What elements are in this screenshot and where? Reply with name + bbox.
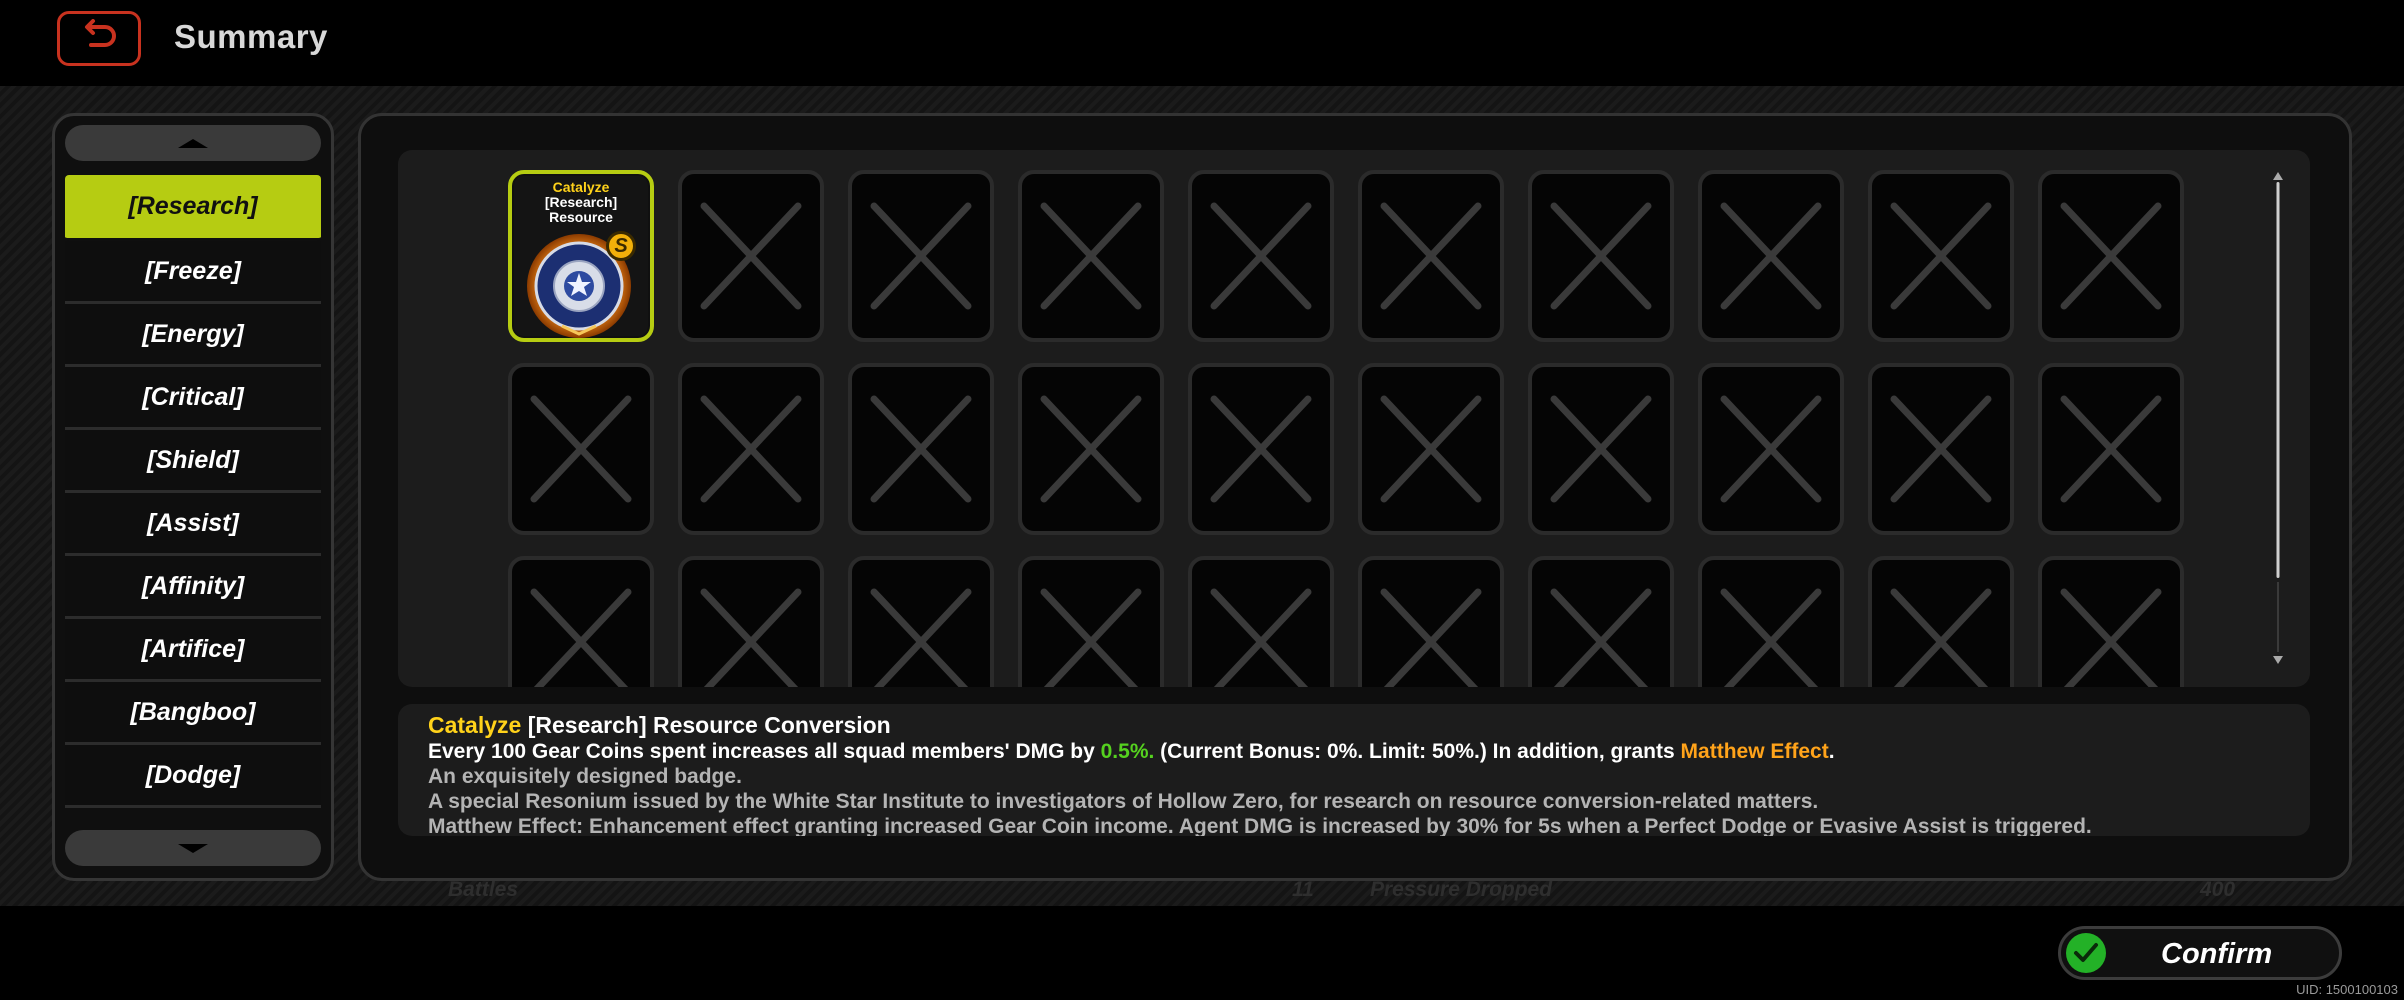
empty-slot[interactable] — [2038, 170, 2184, 342]
item-description: Catalyze [Research] Resource Conversion … — [398, 704, 2310, 836]
category-shield[interactable]: [Shield] — [65, 430, 321, 493]
empty-slot[interactable] — [678, 556, 824, 687]
empty-slot[interactable] — [508, 556, 654, 687]
empty-slot[interactable] — [1358, 170, 1504, 342]
category-affinity[interactable]: [Affinity] — [65, 556, 321, 619]
category-label: [Bangboo] — [130, 697, 256, 726]
description-title: Catalyze [Research] Resource Conversion — [428, 712, 2310, 739]
scroll-down-button[interactable] — [65, 830, 321, 866]
category-bangboo[interactable]: [Bangboo] — [65, 682, 321, 745]
empty-slot[interactable] — [1188, 363, 1334, 535]
empty-slot[interactable] — [508, 363, 654, 535]
category-label: [Artifice] — [141, 634, 245, 663]
empty-slot[interactable] — [1698, 556, 1844, 687]
grid-scrollbar[interactable] — [2271, 172, 2285, 664]
empty-slot[interactable] — [1188, 556, 1334, 687]
empty-slot[interactable] — [1528, 363, 1674, 535]
description-flavor-2: A special Resonium issued by the White S… — [428, 790, 1819, 813]
resonium-slot-catalyze[interactable]: Catalyze [Research] Resource S — [508, 170, 654, 342]
effect-value: 0.5%. — [1100, 740, 1155, 763]
ghost-stat-value-2: 400 — [2200, 878, 2236, 901]
empty-slot[interactable] — [1018, 363, 1164, 535]
category-artifice[interactable]: [Artifice] — [65, 619, 321, 682]
empty-slot[interactable] — [1188, 170, 1334, 342]
category-label: [Critical] — [142, 382, 244, 411]
category-sidebar: [Research] [Freeze] [Energy] [Critical] … — [52, 113, 334, 881]
category-label: [Assist] — [147, 508, 239, 537]
rank-s-badge: S — [606, 231, 636, 261]
effect-text-2: (Current Bonus: 0%. Limit: 50%.) In addi… — [1154, 740, 1681, 763]
empty-slot[interactable] — [1018, 556, 1164, 687]
empty-slot[interactable] — [1528, 556, 1674, 687]
empty-slot[interactable] — [1528, 170, 1674, 342]
resonium-grid: Catalyze [Research] Resource S — [398, 150, 2310, 687]
scroll-up-button[interactable] — [65, 125, 321, 161]
empty-slot[interactable] — [848, 556, 994, 687]
back-button[interactable] — [57, 11, 141, 66]
empty-slot[interactable] — [2038, 556, 2184, 687]
category-critical[interactable]: [Critical] — [65, 367, 321, 430]
category-label: [Research] — [128, 192, 258, 220]
empty-slot[interactable] — [1698, 170, 1844, 342]
category-label: [Dodge] — [145, 760, 241, 789]
empty-slot[interactable] — [678, 170, 824, 342]
effect-end: . — [1828, 740, 1835, 763]
description-effect: Every 100 Gear Coins spent increases all… — [428, 739, 2310, 764]
empty-slot[interactable] — [1868, 556, 2014, 687]
category-label: [Shield] — [147, 445, 239, 474]
category-list: [Research] [Freeze] [Energy] [Critical] … — [65, 175, 321, 808]
category-assist[interactable]: [Assist] — [65, 493, 321, 556]
bottom-bar — [0, 906, 2404, 1000]
description-flavor-3: Matthew Effect: Enhancement effect grant… — [428, 815, 2092, 836]
ghost-stat-label: Battles — [448, 878, 519, 901]
back-arrow-icon — [79, 19, 119, 58]
empty-slot[interactable] — [1868, 170, 2014, 342]
effect-text-1: Every 100 Gear Coins spent increases all… — [428, 740, 1101, 763]
top-bar: Summary — [0, 0, 2404, 86]
empty-slot[interactable] — [1698, 363, 1844, 535]
check-icon — [2066, 933, 2106, 973]
description-title-name: Catalyze — [428, 712, 522, 738]
category-freeze[interactable]: [Freeze] — [65, 241, 321, 304]
empty-slot[interactable] — [1358, 556, 1504, 687]
description-title-rest: [Research] Resource Conversion — [521, 712, 891, 738]
confirm-label: Confirm — [2161, 938, 2273, 970]
caret-down-icon — [178, 843, 208, 853]
ghost-stat-label-2: Pressure Dropped — [1370, 878, 1553, 901]
empty-slot[interactable] — [848, 170, 994, 342]
empty-slot[interactable] — [1358, 363, 1504, 535]
effect-highlight: Matthew Effect — [1680, 740, 1829, 763]
category-energy[interactable]: [Energy] — [65, 304, 321, 367]
category-dodge[interactable]: [Dodge] — [65, 745, 321, 808]
caret-up-icon — [178, 138, 208, 148]
uid-label: UID: 1500100103 — [2296, 982, 2398, 997]
page-title: Summary — [174, 18, 328, 55]
empty-slot[interactable] — [1868, 363, 2014, 535]
confirm-button[interactable]: Confirm — [2058, 926, 2342, 980]
empty-slot[interactable] — [848, 363, 994, 535]
empty-slot[interactable] — [2038, 363, 2184, 535]
category-label: [Freeze] — [145, 256, 241, 285]
category-label: [Affinity] — [141, 571, 245, 600]
empty-slot[interactable] — [678, 363, 824, 535]
category-research[interactable]: [Research] — [65, 175, 321, 241]
empty-slot[interactable] — [1018, 170, 1164, 342]
description-flavor-1: An exquisitely designed badge. — [428, 765, 742, 788]
category-label: [Energy] — [142, 319, 244, 348]
ghost-stat-value: 11 — [1292, 878, 1314, 901]
